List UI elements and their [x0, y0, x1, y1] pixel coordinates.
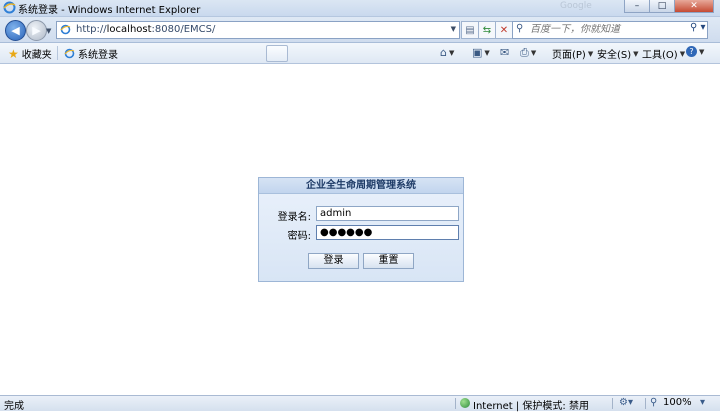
login-panel: 企业全生命周期管理系统 登录名: 密码: ●●●●●● 登录 重置: [258, 177, 464, 282]
arrow-right-icon: ▶: [32, 24, 41, 37]
arrow-left-icon: ◀: [11, 24, 20, 37]
window-title: 系统登录 - Windows Internet Explorer: [18, 5, 201, 16]
page-icon: [60, 24, 71, 35]
tools-menu-label: 工具(O): [642, 50, 678, 61]
zoom-icon[interactable]: ⚲: [650, 397, 657, 408]
page-menu[interactable]: 页面(P) ▼: [552, 46, 594, 62]
status-divider: [612, 398, 613, 409]
zoom-dropdown-icon[interactable]: ▾: [700, 397, 705, 408]
compatibility-page-icon: ▤: [465, 24, 475, 36]
print-button[interactable]: ⎙ ▼: [520, 46, 536, 60]
safety-menu[interactable]: 安全(S) ▼: [597, 46, 639, 62]
reset-button[interactable]: 重置: [363, 253, 414, 269]
internet-zone-icon: [460, 398, 470, 408]
feeds-button[interactable]: ▣ ▼: [472, 46, 490, 59]
login-button[interactable]: 登录: [308, 253, 359, 269]
address-toolbar: ◀ ▶ ▼ http://localhost:8080/EMCS/ ▼ ▤ ⇆ …: [0, 17, 720, 43]
username-input[interactable]: [316, 206, 459, 221]
chevron-down-icon: ▼: [530, 49, 537, 57]
new-tab-button[interactable]: [266, 45, 288, 62]
favorites-label: 收藏夹: [21, 50, 52, 61]
mail-icon: ✉: [500, 46, 510, 59]
tab-title: 系统登录: [78, 49, 118, 61]
password-label: 密码:: [287, 231, 311, 242]
address-bar[interactable]: http://localhost:8080/EMCS/ ▼: [56, 21, 460, 39]
help-button[interactable]: ? ▼: [686, 46, 704, 57]
address-dropdown-icon[interactable]: ▼: [451, 25, 456, 33]
compatibility-view-button[interactable]: ▤: [461, 21, 479, 39]
window-title-bar: 系统登录 - Windows Internet Explorer Google …: [0, 0, 720, 17]
chevron-down-icon: ▼: [484, 48, 490, 57]
page-content: 企业全生命周期管理系统 登录名: 密码: ●●●●●● 登录 重置: [0, 64, 720, 395]
status-bar: 完成 Internet | 保护模式: 禁用 ⚙▾ ⚲ 100% ▾: [0, 395, 720, 412]
printer-icon: ⎙: [520, 46, 529, 59]
read-mail-button[interactable]: ✉: [500, 46, 509, 59]
tab-login[interactable]: 系统登录: [64, 45, 262, 61]
minimize-button[interactable]: –: [624, 0, 649, 13]
page-menu-label: 页面(P): [552, 50, 586, 61]
chevron-down-icon: ▼: [587, 49, 594, 58]
add-on-manager-icon[interactable]: ⚙▾: [619, 397, 633, 408]
status-divider: [455, 398, 456, 409]
username-label: 登录名:: [277, 212, 311, 223]
recent-pages-dropdown-icon[interactable]: ▼: [46, 27, 51, 35]
toolbar-divider: [57, 46, 58, 60]
maximize-button[interactable]: □: [649, 0, 674, 13]
chevron-down-icon: ▼: [448, 48, 455, 57]
close-button[interactable]: ✕: [674, 0, 714, 13]
window-controls: – □ ✕: [624, 0, 714, 13]
forward-button[interactable]: ▶: [26, 20, 47, 41]
safety-menu-label: 安全(S): [597, 50, 632, 61]
chevron-down-icon: ▼: [679, 49, 686, 58]
internet-explorer-icon: [3, 1, 16, 14]
help-icon: ?: [686, 46, 697, 57]
star-icon: ★: [8, 46, 19, 61]
status-divider: [645, 398, 646, 409]
page-icon: [64, 48, 75, 58]
address-url[interactable]: http://localhost:8080/EMCS/: [76, 24, 215, 35]
favorites-button[interactable]: ★ 收藏夹: [8, 46, 52, 62]
search-provider-icon: ⚲: [516, 23, 524, 34]
tools-menu[interactable]: 工具(O) ▼: [642, 46, 686, 62]
search-box[interactable]: ⚲: [512, 21, 708, 39]
chevron-down-icon: ▼: [699, 47, 705, 56]
chevron-down-icon: ▼: [633, 49, 639, 58]
login-panel-title: 企业全生命周期管理系统: [259, 178, 463, 194]
search-input[interactable]: [530, 24, 700, 35]
favorites-command-bar: ★ 收藏夹 系统登录 ⌂ ▼ ▣ ▼ ✉ ⎙ ▼ 页面(P) ▼ 安全(S) ▼…: [0, 43, 720, 64]
search-icon[interactable]: ⚲ ▾: [690, 22, 706, 33]
home-button[interactable]: ⌂ ▼: [440, 46, 454, 59]
password-input[interactable]: ●●●●●●: [316, 225, 459, 240]
back-button[interactable]: ◀: [5, 20, 26, 41]
zoom-level[interactable]: 100%: [663, 397, 692, 408]
refresh-icon: ⇆: [482, 24, 492, 36]
rss-feed-icon: ▣: [472, 46, 483, 59]
ghost-search-text: Google: [560, 1, 592, 11]
refresh-button[interactable]: ⇆: [478, 21, 496, 39]
stop-icon: ✕: [499, 24, 509, 36]
stop-button[interactable]: ✕: [495, 21, 513, 39]
home-icon: ⌂: [440, 46, 447, 59]
